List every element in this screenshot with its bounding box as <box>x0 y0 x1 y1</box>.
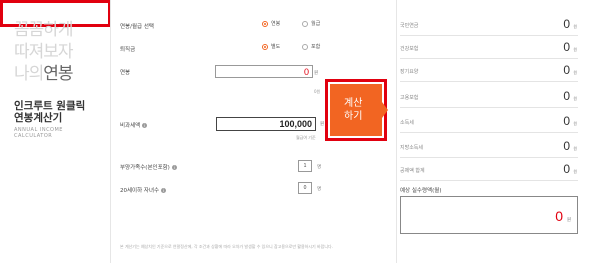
brand-line-3: 나의연봉 <box>14 64 74 84</box>
children-input[interactable]: 0 <box>298 182 312 194</box>
result-value: 0 <box>563 89 570 103</box>
nontax-label-wrap: 비과세액 i <box>120 121 148 129</box>
result-unit: 원 <box>573 169 577 174</box>
app-title-1: 인크루트 원클릭 <box>14 100 86 112</box>
children-label-wrap: 20세이하 자녀수 i <box>120 186 167 194</box>
calculate-button-line2: 하기 <box>344 111 363 122</box>
final-unit: 원 <box>566 218 571 223</box>
result-row-local-tax: 지방소득세 0 원 <box>400 136 578 158</box>
children-unit: 명 <box>317 187 322 192</box>
brand-line-3-dark: 연봉 <box>43 64 73 84</box>
info-icon[interactable]: i <box>171 165 177 170</box>
result-row-deduction-total: 공제액 합계 0 원 <box>400 159 578 181</box>
result-unit: 원 <box>573 96 577 101</box>
radio-annual[interactable]: 연봉 <box>262 20 280 27</box>
nontax-input[interactable]: 100,000 <box>216 117 316 131</box>
radio-separate[interactable]: 별도 <box>262 43 280 50</box>
radio-included-label: 포함 <box>311 44 321 50</box>
result-value: 0 <box>563 139 570 153</box>
result-row-health: 건강보험 0 원 <box>400 37 578 59</box>
radio-monthly-label: 월급 <box>311 21 321 27</box>
radio-included-dot[interactable] <box>302 43 308 50</box>
dependents-input[interactable]: 1 <box>298 160 312 172</box>
result-label: 장기요양 <box>400 69 419 75</box>
result-value: 0 <box>563 114 570 128</box>
radio-separate-dot[interactable] <box>262 43 268 50</box>
nontax-note: 월급여 기준 <box>296 135 316 140</box>
result-value: 0 <box>563 40 570 54</box>
result-unit: 원 <box>573 24 577 29</box>
result-label: 고용보험 <box>400 95 419 101</box>
calculate-button[interactable]: 계산 하기 <box>330 84 388 136</box>
salary-input[interactable]: 0 <box>215 65 313 78</box>
radio-annual-dot[interactable] <box>262 20 268 27</box>
app-title-2: 연봉계산기 <box>14 112 63 124</box>
radio-separate-label: 별도 <box>271 44 281 50</box>
brand-line-3-light: 나의 <box>14 64 44 84</box>
dependents-unit: 명 <box>317 165 322 170</box>
result-unit: 원 <box>573 121 577 126</box>
divider-left <box>110 0 111 263</box>
children-label: 20세이하 자녀수 <box>120 188 160 194</box>
radio-monthly-dot[interactable] <box>302 20 308 27</box>
result-row-longterm: 장기요양 0 원 <box>400 60 578 82</box>
result-label: 소득세 <box>400 120 414 126</box>
footnote: 본 계산기는 예상치인 기준으로 연말정산에, 각 조건과 상황에 따라 오차가… <box>120 244 333 249</box>
result-unit: 원 <box>573 70 577 75</box>
final-label: 예상 실수령액(월) <box>400 188 442 194</box>
divider-right <box>396 0 397 263</box>
final-result-box: 0 원 <box>400 196 578 234</box>
final-value: 0 <box>555 208 563 224</box>
result-label: 지방소득세 <box>400 145 424 151</box>
result-row-income-tax: 소득세 0 원 <box>400 111 578 133</box>
nontax-unit: 원 <box>320 122 325 127</box>
result-unit: 원 <box>573 146 577 151</box>
salary-unit: 원 <box>314 71 319 76</box>
app-title-eng-2: CALCULATOR <box>14 133 53 139</box>
result-value: 0 <box>563 162 570 176</box>
result-row-employment: 고용보험 0 원 <box>400 86 578 108</box>
result-label: 공제액 합계 <box>400 168 425 174</box>
brand-panel: 꼼꼼하게 따져보자 나의연봉 인크루트 원클릭 연봉계산기 ANNUAL INC… <box>0 0 108 263</box>
brand-line-1: 꼼꼼하게 <box>14 20 74 40</box>
radio-annual-label: 연봉 <box>271 21 281 27</box>
result-value: 0 <box>563 17 570 31</box>
salary-label: 연봉 <box>120 70 131 76</box>
dependents-label: 부양가족수(본인포함) <box>120 165 170 171</box>
result-label: 건강보험 <box>400 46 419 52</box>
radio-included[interactable]: 포함 <box>302 43 320 50</box>
result-row-pension: 국민연금 0 원 <box>400 14 578 36</box>
info-icon[interactable]: i <box>142 123 148 128</box>
nontax-label: 비과세액 <box>120 123 141 129</box>
calculate-button-line1: 계산 <box>344 98 363 109</box>
severance-label: 퇴직금 <box>120 47 136 53</box>
result-label: 국민연금 <box>400 23 419 29</box>
info-icon[interactable]: i <box>161 188 167 193</box>
radio-monthly[interactable]: 월급 <box>302 20 320 27</box>
result-value: 0 <box>563 63 570 77</box>
dependents-label-wrap: 부양가족수(본인포함) i <box>120 163 177 171</box>
salary-note: 0원 <box>314 89 321 94</box>
salary-type-label: 연봉/월급 선택 <box>120 24 154 30</box>
result-unit: 원 <box>573 47 577 52</box>
brand-line-2: 따져보자 <box>14 42 74 62</box>
